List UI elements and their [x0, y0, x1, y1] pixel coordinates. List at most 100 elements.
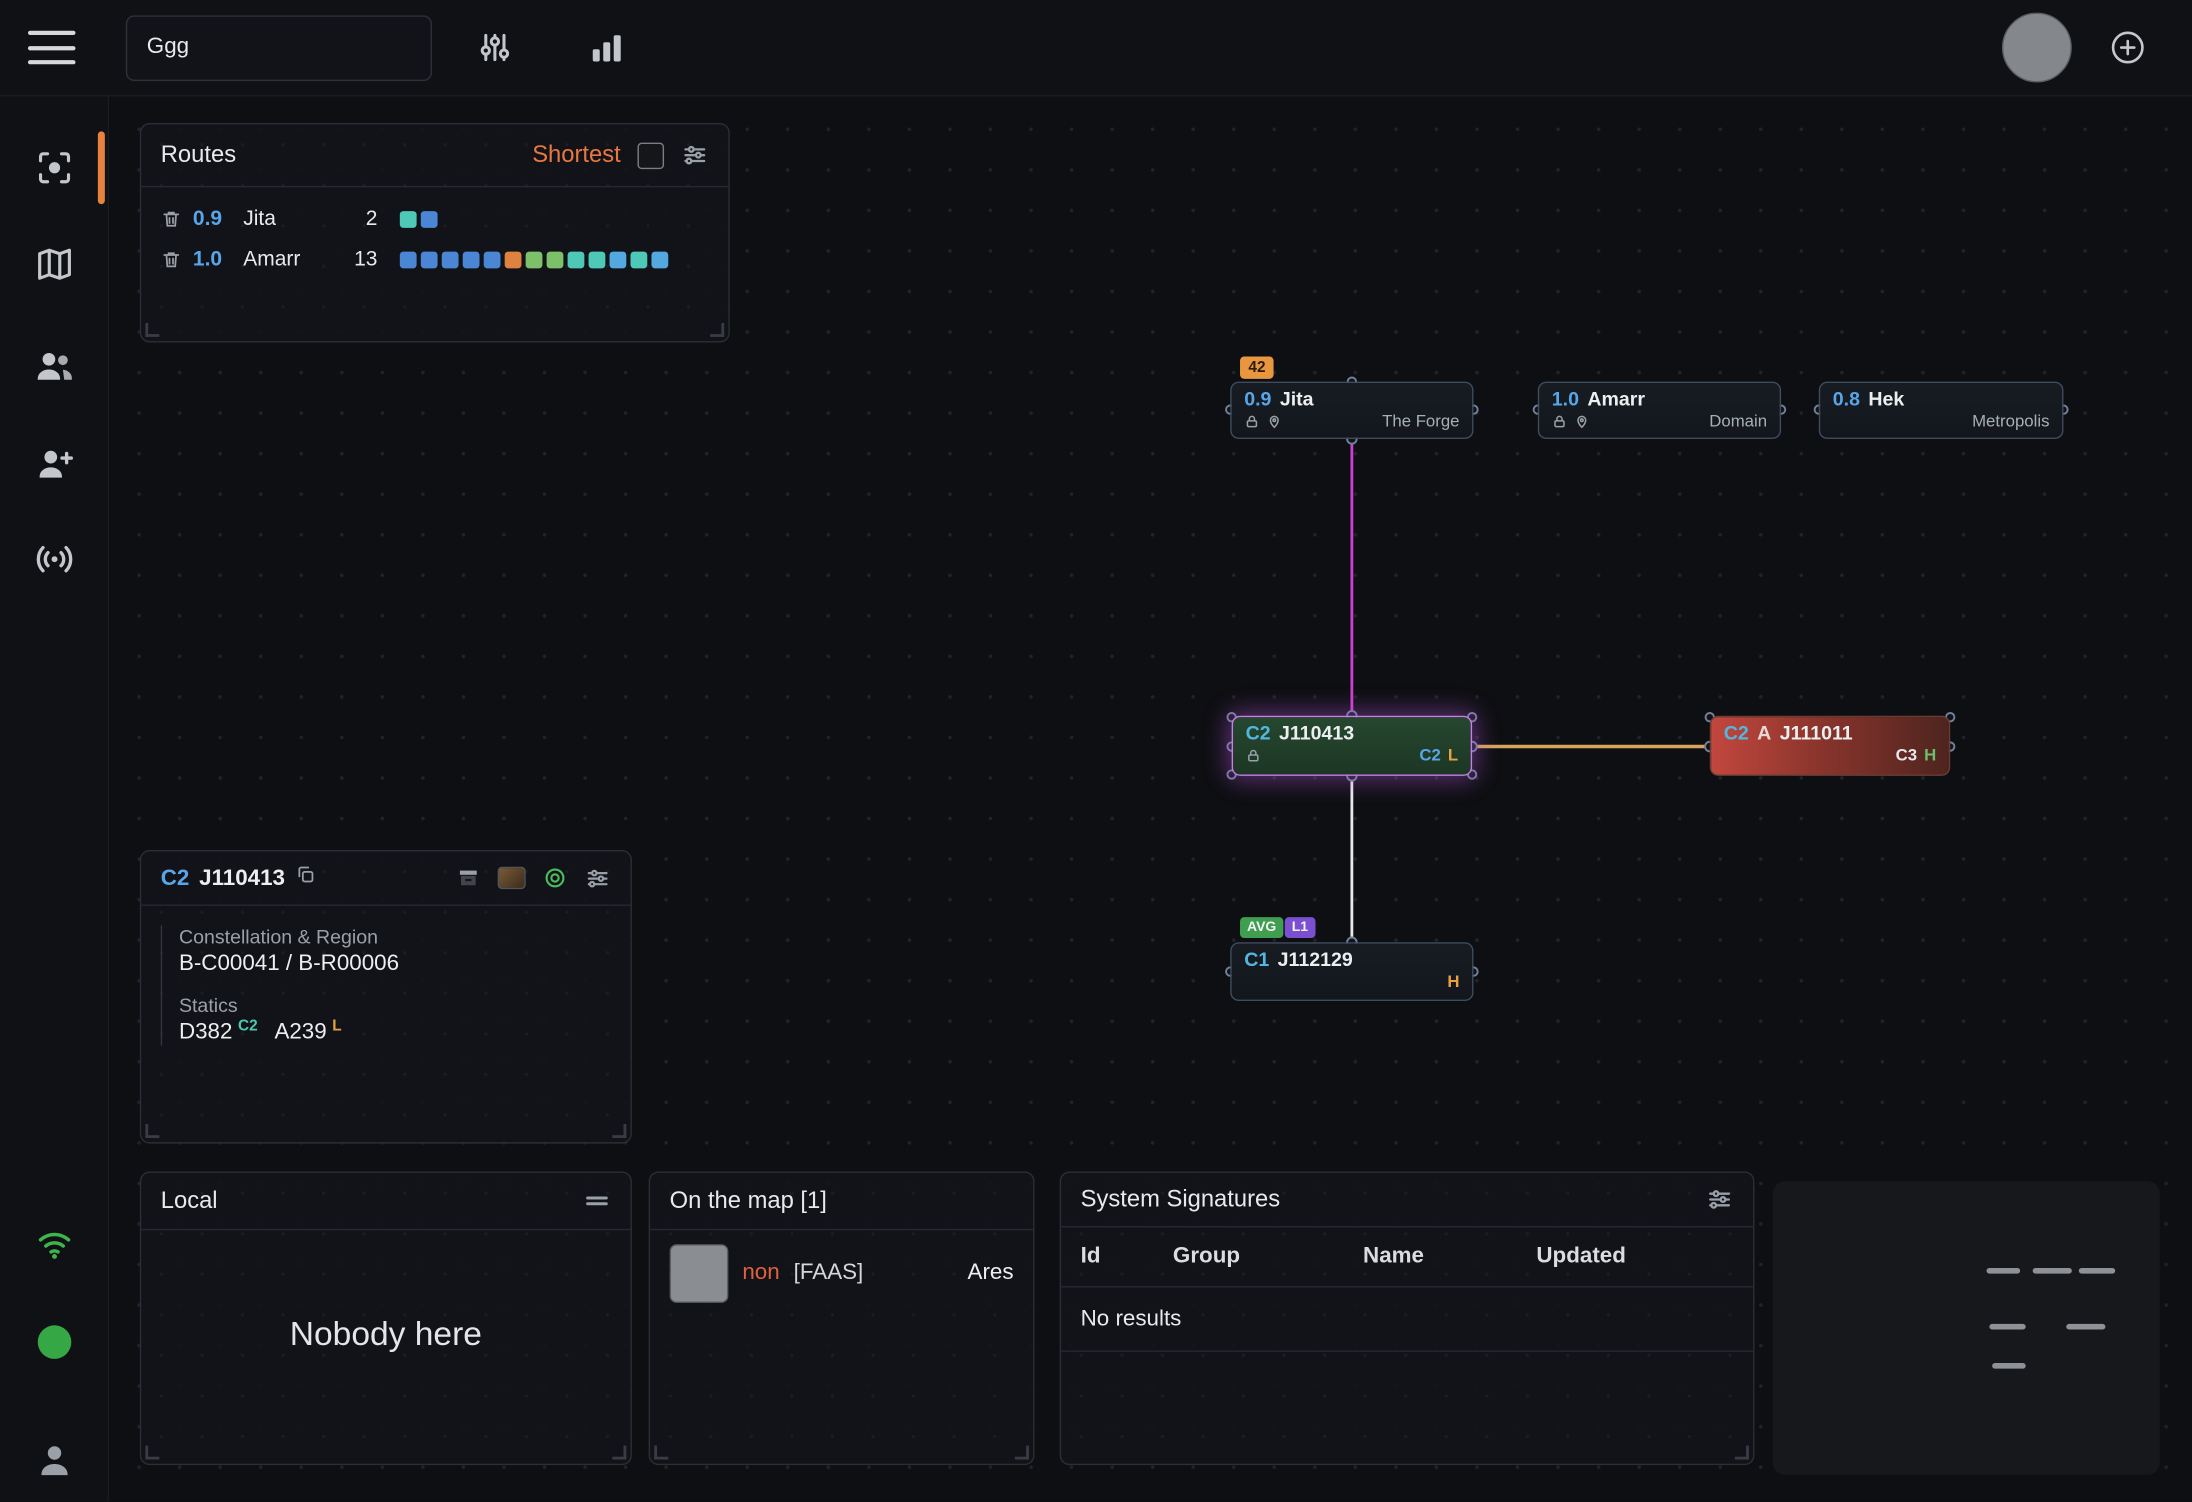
- user-avatar[interactable]: [2002, 13, 2072, 83]
- map-node-amarr[interactable]: 1.0 Amarr Domain: [1538, 382, 1781, 439]
- signatures-columns: Id Group Name Updated: [1061, 1226, 1753, 1288]
- avg-badge: AVG: [1240, 917, 1283, 938]
- route-mode-toggle[interactable]: Shortest: [532, 141, 621, 169]
- local-panel: Local Nobody here: [140, 1172, 632, 1466]
- route-destination[interactable]: Jita: [243, 207, 330, 231]
- online-status: [0, 1303, 108, 1381]
- lock-icon: [1246, 747, 1261, 762]
- sidebar-item-profile[interactable]: [0, 1420, 108, 1498]
- resize-handle[interactable]: [612, 1124, 626, 1138]
- route-jump-square: [526, 251, 543, 268]
- copy-icon[interactable]: [295, 864, 316, 885]
- map-node-jita[interactable]: 42 0.9 Jita The Forge: [1230, 382, 1473, 439]
- system-name: Hek: [1868, 387, 1904, 409]
- region-name: Domain: [1709, 411, 1767, 431]
- pin-icon: [1267, 413, 1282, 428]
- trash-icon[interactable]: [161, 249, 182, 270]
- route-jump-square: [400, 210, 417, 227]
- on-the-map-panel: On the map [1] non [FAAS] Ares: [649, 1172, 1035, 1466]
- menu-icon[interactable]: [28, 31, 76, 65]
- node-flag: A: [1757, 721, 1771, 743]
- wormhole-mapper-app: 42 0.9 Jita The Forge 1.0 Amarr Domain 0…: [0, 0, 2192, 1501]
- route-jump-square: [610, 251, 627, 268]
- column-id[interactable]: Id: [1081, 1244, 1173, 1269]
- resize-handle[interactable]: [145, 323, 159, 337]
- map-node-j111011[interactable]: C2 A J111011 C3 H: [1710, 716, 1950, 776]
- static-1: D382: [179, 1021, 232, 1046]
- static-2: A239: [274, 1021, 326, 1046]
- minimap-mark: [2066, 1324, 2105, 1330]
- sidebar-item-maps[interactable]: [0, 225, 108, 303]
- archive-icon[interactable]: [456, 865, 481, 890]
- route-jump-square: [568, 251, 585, 268]
- system-thumbnail[interactable]: [498, 867, 526, 889]
- people-icon: [31, 343, 76, 388]
- route-jump-square: [421, 251, 438, 268]
- route-jump-square: [463, 251, 480, 268]
- target-icon[interactable]: [542, 865, 567, 890]
- map-node-j110413[interactable]: C2 J110413 C2 L: [1232, 716, 1472, 776]
- route-jump-squares: [400, 251, 668, 268]
- l1-badge: L1: [1285, 917, 1315, 938]
- route-jump-square: [651, 251, 668, 268]
- connection-status: [0, 1205, 108, 1283]
- signatures-settings-icon[interactable]: [1706, 1186, 1734, 1214]
- lock-icon: [1244, 413, 1259, 428]
- broadcast-icon: [31, 537, 76, 582]
- shortest-checkbox[interactable]: [637, 142, 664, 169]
- security-status: 0.8: [1833, 387, 1860, 409]
- sidebar-item-add-character[interactable]: [0, 424, 108, 502]
- system-info-panel: C2 J110413 Constellation & Region B-C000…: [140, 850, 632, 1144]
- column-name[interactable]: Name: [1363, 1244, 1536, 1269]
- system-settings-icon[interactable]: [584, 865, 611, 892]
- kills-badge: 42: [1240, 356, 1274, 378]
- map-node-j112129[interactable]: AVG L1 C1 J112129 H: [1230, 942, 1473, 1001]
- sidebar-item-characters[interactable]: [0, 326, 108, 404]
- resize-handle[interactable]: [1735, 1446, 1749, 1460]
- on-the-map-header: On the map [1]: [650, 1173, 1033, 1230]
- system-name: J110413: [1279, 721, 1354, 743]
- sidebar-item-signals[interactable]: [0, 520, 108, 598]
- static-2-effect: L: [332, 1018, 341, 1035]
- region-name: Metropolis: [1972, 411, 2049, 431]
- column-updated[interactable]: Updated: [1536, 1244, 1733, 1269]
- routes-settings-icon[interactable]: [681, 141, 709, 169]
- route-jump-square: [505, 251, 522, 268]
- signatures-title: System Signatures: [1081, 1186, 1280, 1214]
- resize-handle[interactable]: [654, 1446, 668, 1460]
- wormhole-class: C2: [1246, 721, 1271, 743]
- local-title: Local: [161, 1187, 218, 1215]
- system-name: Jita: [1280, 387, 1314, 409]
- sidebar-item-tracking[interactable]: [0, 129, 108, 207]
- resize-handle[interactable]: [612, 1446, 626, 1460]
- column-group[interactable]: Group: [1173, 1244, 1363, 1269]
- pilot-name: non: [742, 1261, 779, 1286]
- filter-settings-icon[interactable]: [477, 29, 513, 65]
- routes-header: Routes Shortest: [141, 124, 728, 187]
- activity-chart-icon[interactable]: [586, 27, 628, 69]
- minimap[interactable]: [1773, 1181, 2160, 1475]
- pilot-row[interactable]: non [FAAS] Ares: [650, 1230, 1033, 1317]
- map-node-hek[interactable]: 0.8 Hek Metropolis: [1819, 382, 2064, 439]
- route-jump-count: 13: [341, 247, 377, 271]
- local-menu-icon[interactable]: [583, 1187, 611, 1215]
- map-icon: [33, 243, 75, 285]
- add-map-icon[interactable]: [2108, 28, 2147, 67]
- signatures-header: System Signatures: [1061, 1173, 1753, 1226]
- route-jump-squares: [400, 210, 438, 227]
- map-name-input[interactable]: [127, 35, 430, 60]
- resize-handle[interactable]: [145, 1446, 159, 1460]
- trash-icon[interactable]: [161, 208, 182, 229]
- resize-handle[interactable]: [145, 1124, 159, 1138]
- resize-handle[interactable]: [1015, 1446, 1029, 1460]
- route-row: 1.0 Amarr 13: [141, 239, 728, 280]
- lock-icon: [1552, 413, 1567, 428]
- resize-handle[interactable]: [710, 323, 724, 337]
- route-destination[interactable]: Amarr: [243, 247, 330, 271]
- static-effect: H: [1447, 972, 1459, 992]
- route-row: 0.9 Jita 2: [141, 199, 728, 240]
- route-jump-square: [484, 251, 501, 268]
- system-name: Amarr: [1587, 387, 1645, 409]
- tracking-icon: [33, 147, 75, 189]
- pilot-avatar: [670, 1244, 729, 1303]
